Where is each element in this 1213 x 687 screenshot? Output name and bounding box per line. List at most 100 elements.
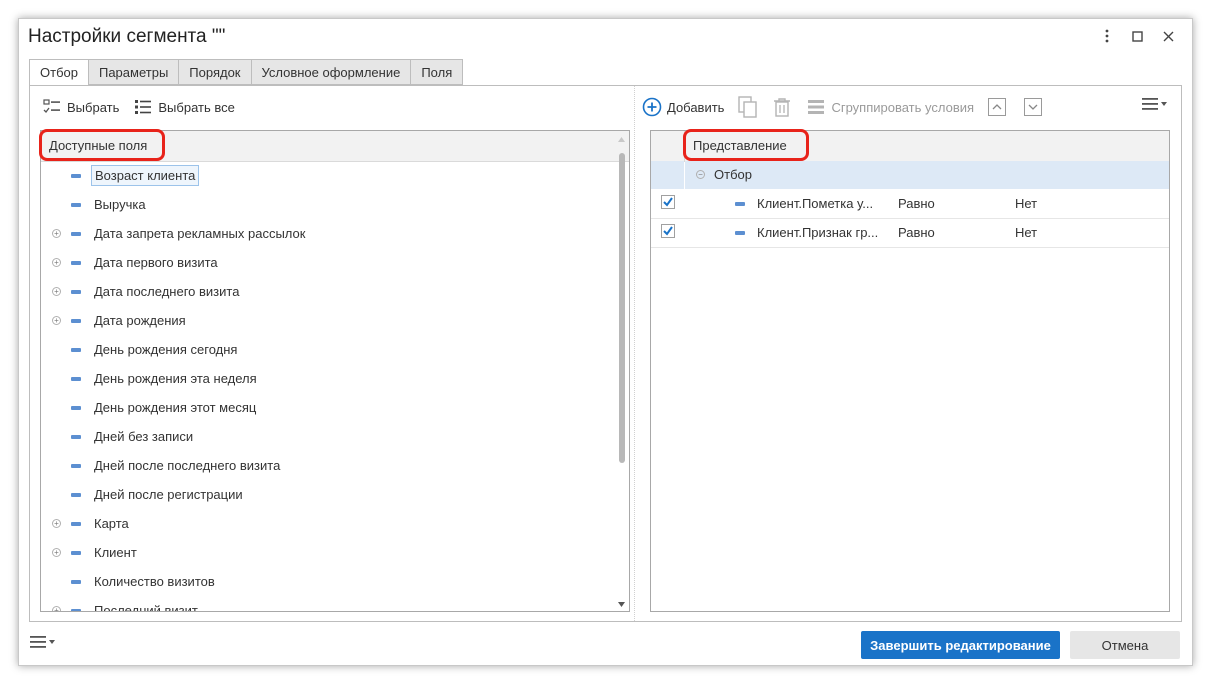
expand-icon[interactable]: +	[52, 258, 61, 267]
field-label: День рождения эта неделя	[94, 371, 257, 386]
field-marker-icon	[735, 231, 745, 235]
tab-fields[interactable]: Поля	[411, 59, 464, 85]
hamburger-icon	[30, 636, 46, 648]
dropdown-arrow-icon	[49, 640, 55, 644]
select-all-button[interactable]: Выбрать все	[133, 97, 235, 117]
chevron-up-icon	[992, 104, 1002, 110]
copy-button[interactable]	[738, 96, 758, 118]
tab-conditional-formatting[interactable]: Условное оформление	[251, 59, 412, 85]
expand-icon[interactable]: +	[52, 229, 61, 238]
maximize-icon[interactable]	[1122, 25, 1153, 47]
condition-checkbox[interactable]	[661, 195, 675, 209]
select-label: Выбрать	[67, 99, 120, 115]
dialog-title: Настройки сегмента ""	[28, 26, 226, 47]
condition-comparison: Равно	[898, 196, 935, 211]
filter-tab-body: Выбрать Выбрать все Доступные поля Возра…	[29, 85, 1182, 622]
highlight-ring	[683, 129, 809, 161]
cancel-button[interactable]: Отмена	[1070, 631, 1180, 659]
condition-comparison: Равно	[898, 225, 935, 240]
list-icon	[133, 97, 153, 117]
more-menu-icon[interactable]	[1091, 25, 1122, 47]
field-label: Дней без записи	[94, 429, 194, 444]
condition-row[interactable]: Клиент.Пометка у... Равно Нет	[651, 190, 1169, 219]
available-fields-panel: Доступные поля Возраст клиента Выручка +…	[40, 130, 630, 612]
move-up-button[interactable]	[988, 98, 1007, 116]
field-label: Клиент	[94, 545, 137, 560]
field-marker-icon	[71, 318, 81, 323]
field-marker-icon	[735, 202, 745, 206]
field-label: Выручка	[94, 197, 146, 212]
scroll-down-icon[interactable]	[618, 602, 625, 607]
window-controls	[1091, 25, 1184, 47]
expand-icon[interactable]: +	[52, 606, 61, 611]
left-toolbar: Выбрать Выбрать все	[42, 94, 249, 120]
select-all-label: Выбрать все	[158, 99, 235, 115]
field-marker-icon	[71, 608, 81, 611]
fields-scrollbar[interactable]	[616, 133, 627, 609]
field-marker-icon	[71, 405, 81, 410]
finish-editing-button[interactable]: Завершить редактирование	[861, 631, 1060, 659]
field-label: Дней после регистрации	[94, 487, 243, 502]
more-actions-menu[interactable]	[1142, 98, 1167, 110]
chevron-down-icon	[1028, 104, 1038, 110]
tab-filter[interactable]: Отбор	[29, 59, 89, 86]
group-conditions-button[interactable]: Сгруппировать условия	[806, 97, 974, 117]
field-marker-icon	[71, 289, 81, 294]
field-label: День рождения сегодня	[94, 342, 238, 357]
field-label: Последний визит	[94, 603, 198, 612]
delete-button[interactable]	[772, 97, 792, 117]
field-marker-icon	[71, 260, 81, 265]
filter-panel: Представление − Отбор Клиент.Пометка у..…	[650, 130, 1170, 612]
scroll-up-icon[interactable]	[618, 137, 625, 142]
field-label: Дней после последнего визита	[94, 458, 281, 473]
condition-checkbox[interactable]	[661, 224, 675, 238]
tab-parameters[interactable]: Параметры	[88, 59, 180, 85]
filter-group-label: Отбор	[714, 167, 752, 182]
field-label: Дата запрета рекламных рассылок	[94, 226, 306, 241]
condition-value: Нет	[1015, 196, 1038, 211]
field-marker-icon	[71, 434, 81, 439]
segment-settings-dialog: Настройки сегмента "" Отбор Параметры По…	[18, 18, 1193, 666]
right-toolbar: Добавить Сгруппировать условия	[642, 94, 1060, 120]
tab-bar: Отбор Параметры Порядок Условное оформле…	[29, 59, 464, 86]
condition-field: Клиент.Пометка у...	[757, 196, 874, 211]
expand-icon[interactable]: +	[52, 519, 61, 528]
expand-icon[interactable]: +	[52, 548, 61, 557]
add-label: Добавить	[667, 99, 725, 115]
select-button[interactable]: Выбрать	[42, 97, 119, 117]
dropdown-arrow-icon	[1161, 102, 1167, 106]
tab-order[interactable]: Порядок	[179, 59, 252, 85]
add-button[interactable]: Добавить	[642, 97, 724, 117]
field-label: Дата последнего визита	[94, 284, 240, 299]
field-label: День рождения этот месяц	[94, 400, 257, 415]
highlight-ring	[39, 129, 165, 161]
field-marker-icon	[71, 579, 81, 584]
move-down-button[interactable]	[1024, 98, 1043, 116]
field-marker-icon	[71, 376, 81, 381]
field-marker-icon	[71, 463, 81, 468]
condition-field: Клиент.Признак гр...	[757, 225, 879, 240]
filter-group-row[interactable]: − Отбор	[651, 161, 1169, 189]
close-icon[interactable]	[1153, 25, 1184, 47]
panel-splitter[interactable]	[634, 86, 636, 621]
scrollbar-thumb[interactable]	[619, 153, 625, 463]
condition-value: Нет	[1015, 225, 1038, 240]
field-marker-icon	[71, 347, 81, 352]
expand-icon[interactable]: +	[52, 287, 61, 296]
field-marker-icon	[71, 231, 81, 236]
field-label: Возраст клиента	[91, 165, 200, 186]
group-conditions-label: Сгруппировать условия	[831, 99, 975, 115]
field-marker-icon	[71, 550, 81, 555]
group-icon	[806, 97, 826, 117]
field-label: Карта	[94, 516, 129, 531]
field-label: Дата рождения	[94, 313, 186, 328]
condition-row[interactable]: Клиент.Признак гр... Равно Нет	[651, 219, 1169, 248]
field-marker-icon	[71, 173, 81, 178]
form-menu-button[interactable]	[30, 636, 55, 648]
group-check-cell	[651, 161, 684, 189]
select-icon	[42, 97, 62, 117]
field-label: Дата первого визита	[94, 255, 218, 270]
collapse-icon[interactable]: −	[696, 170, 705, 179]
expand-icon[interactable]: +	[52, 316, 61, 325]
copy-icon	[738, 96, 758, 118]
